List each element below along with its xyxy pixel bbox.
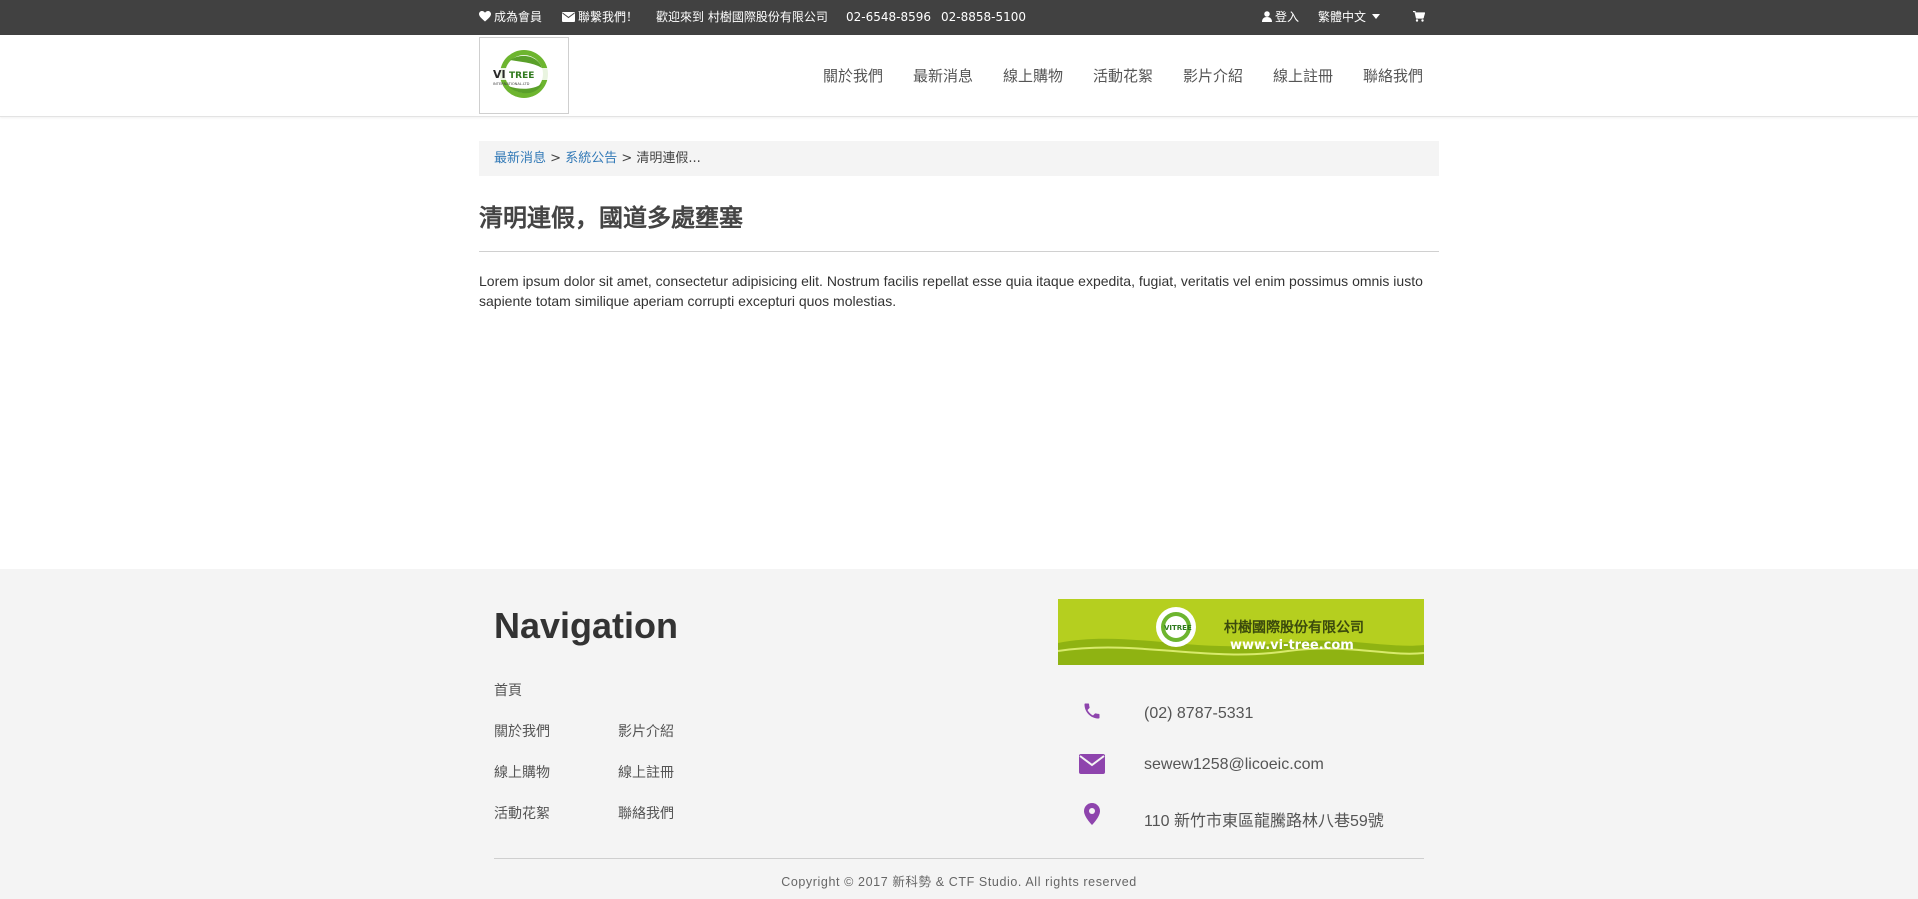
banner-graphic: VITREE 村樹國際股份有限公司 www.vi-tree.com — [1058, 599, 1424, 665]
breadcrumb-current: 清明連假... — [636, 151, 701, 166]
title-divider — [479, 251, 1439, 252]
nav-videos[interactable]: 影片介紹 — [1183, 65, 1243, 86]
svg-text:TREE: TREE — [509, 71, 534, 81]
article-title: 清明連假，國道多處壅塞 — [479, 203, 743, 232]
site-footer: Navigation 首頁 關於我們 影片介紹 線上購物 線上註冊 活動花絮 聯… — [0, 569, 1918, 899]
map-marker-icon — [1084, 803, 1100, 825]
footer-phone: (02) 8787-5331 — [1144, 705, 1254, 722]
footer-nav-home[interactable]: 首頁 — [494, 680, 522, 700]
nav-contact[interactable]: 聯絡我們 — [1363, 65, 1423, 86]
envelope-icon — [562, 12, 575, 22]
company-logo[interactable]: VI TREE INTERNATIONAL.LTD — [479, 37, 569, 114]
breadcrumb: 最新消息 > 系統公告 > 清明連假... — [479, 141, 1439, 176]
phone-number-1: 02-6548-8596 — [846, 10, 932, 24]
heart-icon — [479, 11, 491, 22]
breadcrumb-news-link[interactable]: 最新消息 — [494, 151, 546, 166]
footer-email: sewew1258@licoeic.com — [1144, 756, 1324, 773]
banner-url: www.vi-tree.com — [1230, 638, 1354, 653]
svg-text:INTERNATIONAL.LTD: INTERNATIONAL.LTD — [493, 82, 530, 86]
vitree-logo-graphic: VI TREE INTERNATIONAL.LTD — [490, 50, 558, 98]
become-member-label: 成為會員 — [494, 10, 543, 24]
footer-nav-about[interactable]: 關於我們 — [494, 721, 550, 741]
nav-about[interactable]: 關於我們 — [823, 65, 883, 86]
phone-number-2: 02-8858-5100 — [941, 10, 1027, 24]
phone-icon — [1084, 703, 1100, 719]
footer-nav-videos[interactable]: 影片介紹 — [618, 721, 674, 741]
welcome-text: 歡迎來到 村樹國際股份有限公司 — [656, 10, 828, 24]
become-member-link[interactable]: 成為會員 — [479, 0, 542, 35]
article-body: Lorem ipsum dolor sit amet, consectetur … — [479, 273, 1423, 309]
envelope-icon — [1079, 754, 1105, 774]
footer-nav-register[interactable]: 線上註冊 — [618, 762, 674, 782]
language-dropdown[interactable]: 繁體中文 — [1318, 0, 1381, 35]
login-label: 登入 — [1275, 10, 1300, 24]
banner-company-name: 村樹國際股份有限公司 — [1224, 619, 1364, 636]
company-banner: VITREE 村樹國際股份有限公司 www.vi-tree.com — [1058, 599, 1424, 665]
cart-button[interactable] — [1413, 0, 1428, 35]
breadcrumb-separator: > — [621, 151, 633, 166]
user-icon — [1262, 11, 1272, 22]
footer-divider — [494, 858, 1424, 859]
copyright-text: Copyright © 2017 新科勢 & CTF Studio. All r… — [781, 875, 1137, 889]
svg-text:VITREE: VITREE — [1164, 624, 1192, 632]
breadcrumb-announcement-link[interactable]: 系統公告 — [565, 151, 617, 166]
footer-nav-heading: Navigation — [494, 605, 679, 646]
contact-us-link[interactable]: 聯繫我們！ — [562, 0, 638, 35]
language-label: 繁體中文 — [1318, 10, 1367, 24]
site-header: VI TREE INTERNATIONAL.LTD 關於我們 最新消息 線上購物… — [0, 35, 1918, 117]
shopping-cart-icon — [1413, 10, 1426, 22]
nav-register[interactable]: 線上註冊 — [1273, 65, 1333, 86]
contact-us-label: 聯繫我們！ — [578, 10, 639, 24]
footer-nav-events[interactable]: 活動花絮 — [494, 803, 550, 823]
nav-news[interactable]: 最新消息 — [913, 65, 973, 86]
breadcrumb-separator: > — [550, 151, 562, 166]
nav-events[interactable]: 活動花絮 — [1093, 65, 1153, 86]
footer-nav-contact[interactable]: 聯絡我們 — [618, 803, 674, 823]
footer-address: 110 新竹市東區龍騰路林八巷59號 — [1144, 813, 1384, 830]
top-bar: 成為會員 聯繫我們！ 歡迎來到 村樹國際股份有限公司 02-6548-8596 … — [0, 0, 1918, 35]
nav-shop[interactable]: 線上購物 — [1003, 65, 1063, 86]
login-link[interactable]: 登入 — [1262, 0, 1299, 35]
caret-down-icon — [1372, 14, 1381, 19]
footer-nav-shop[interactable]: 線上購物 — [494, 762, 550, 782]
svg-text:VI: VI — [493, 68, 506, 81]
